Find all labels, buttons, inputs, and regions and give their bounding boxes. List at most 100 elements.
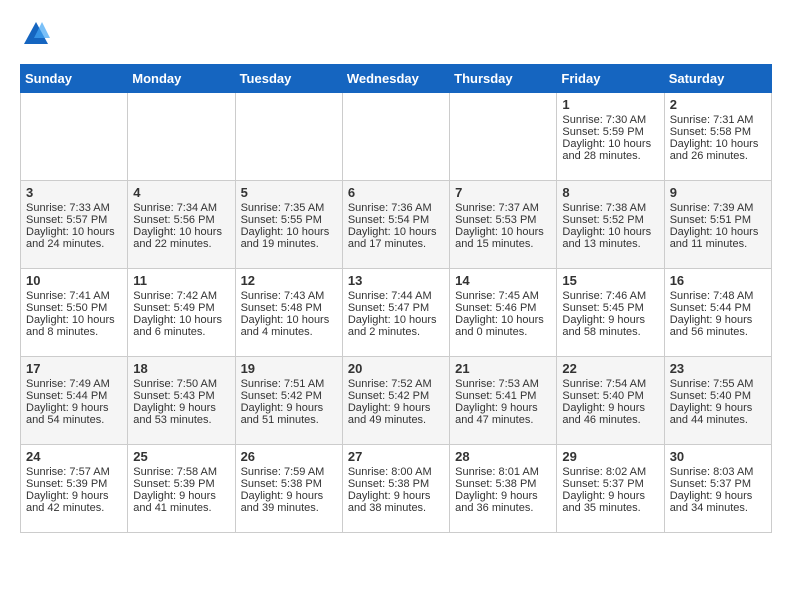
calendar-cell: 1Sunrise: 7:30 AMSunset: 5:59 PMDaylight… xyxy=(557,92,664,180)
day-info: Sunset: 5:50 PM xyxy=(26,302,122,314)
weekday-header-friday: Friday xyxy=(557,64,664,92)
day-number: 11 xyxy=(133,273,229,288)
day-info: Daylight: 10 hours and 11 minutes. xyxy=(670,226,766,250)
day-info: Sunrise: 7:50 AM xyxy=(133,378,229,390)
day-info: Daylight: 9 hours and 47 minutes. xyxy=(455,402,551,426)
calendar-header-row: SundayMondayTuesdayWednesdayThursdayFrid… xyxy=(21,64,772,92)
day-number: 24 xyxy=(26,449,122,464)
day-info: Sunrise: 8:01 AM xyxy=(455,466,551,478)
day-number: 13 xyxy=(348,273,444,288)
day-info: Sunrise: 7:37 AM xyxy=(455,202,551,214)
day-info: Sunset: 5:44 PM xyxy=(26,390,122,402)
calendar-cell: 14Sunrise: 7:45 AMSunset: 5:46 PMDayligh… xyxy=(450,268,557,356)
day-info: Sunset: 5:59 PM xyxy=(562,126,658,138)
day-info: Sunset: 5:58 PM xyxy=(670,126,766,138)
day-info: Sunset: 5:41 PM xyxy=(455,390,551,402)
day-info: Sunset: 5:39 PM xyxy=(26,478,122,490)
calendar-cell: 19Sunrise: 7:51 AMSunset: 5:42 PMDayligh… xyxy=(235,356,342,444)
calendar-cell: 4Sunrise: 7:34 AMSunset: 5:56 PMDaylight… xyxy=(128,180,235,268)
day-number: 14 xyxy=(455,273,551,288)
day-info: Sunrise: 7:35 AM xyxy=(241,202,337,214)
day-info: Daylight: 10 hours and 17 minutes. xyxy=(348,226,444,250)
day-info: Sunrise: 8:00 AM xyxy=(348,466,444,478)
day-info: Sunrise: 7:31 AM xyxy=(670,114,766,126)
calendar-cell: 27Sunrise: 8:00 AMSunset: 5:38 PMDayligh… xyxy=(342,444,449,532)
day-info: Daylight: 9 hours and 39 minutes. xyxy=(241,490,337,514)
calendar-cell: 29Sunrise: 8:02 AMSunset: 5:37 PMDayligh… xyxy=(557,444,664,532)
day-info: Sunset: 5:38 PM xyxy=(348,478,444,490)
weekday-header-thursday: Thursday xyxy=(450,64,557,92)
calendar-cell: 15Sunrise: 7:46 AMSunset: 5:45 PMDayligh… xyxy=(557,268,664,356)
day-number: 17 xyxy=(26,361,122,376)
day-number: 4 xyxy=(133,185,229,200)
calendar-cell: 12Sunrise: 7:43 AMSunset: 5:48 PMDayligh… xyxy=(235,268,342,356)
day-info: Sunset: 5:56 PM xyxy=(133,214,229,226)
day-info: Daylight: 9 hours and 35 minutes. xyxy=(562,490,658,514)
calendar-cell: 3Sunrise: 7:33 AMSunset: 5:57 PMDaylight… xyxy=(21,180,128,268)
day-number: 12 xyxy=(241,273,337,288)
day-info: Daylight: 9 hours and 56 minutes. xyxy=(670,314,766,338)
calendar-cell: 17Sunrise: 7:49 AMSunset: 5:44 PMDayligh… xyxy=(21,356,128,444)
day-info: Daylight: 9 hours and 53 minutes. xyxy=(133,402,229,426)
calendar-cell xyxy=(21,92,128,180)
day-info: Daylight: 9 hours and 34 minutes. xyxy=(670,490,766,514)
day-info: Daylight: 9 hours and 44 minutes. xyxy=(670,402,766,426)
day-info: Sunset: 5:37 PM xyxy=(670,478,766,490)
calendar-week-row: 17 Sunrise: 7:49 AMSunset: 5:44 PM Dayligh… xyxy=(21,356,772,444)
day-number: 3 xyxy=(26,185,122,200)
day-info: Daylight: 10 hours and 8 minutes. xyxy=(26,314,122,338)
day-number: 25 xyxy=(133,449,229,464)
day-number: 28 xyxy=(455,449,551,464)
calendar-cell: 21Sunrise: 7:53 AMSunset: 5:41 PMDayligh… xyxy=(450,356,557,444)
day-info: Sunset: 5:53 PM xyxy=(455,214,551,226)
day-info: Daylight: 9 hours and 46 minutes. xyxy=(562,402,658,426)
day-info: Sunset: 5:55 PM xyxy=(241,214,337,226)
calendar-cell: 9Sunrise: 7:39 AMSunset: 5:51 PMDaylight… xyxy=(664,180,771,268)
day-info: Daylight: 10 hours and 6 minutes. xyxy=(133,314,229,338)
day-info: Sunrise: 7:49 AM xyxy=(26,378,122,390)
day-info: Daylight: 9 hours and 49 minutes. xyxy=(348,402,444,426)
day-number: 29 xyxy=(562,449,658,464)
day-info: Sunrise: 7:57 AM xyxy=(26,466,122,478)
calendar-cell: 25Sunrise: 7:58 AMSunset: 5:39 PMDayligh… xyxy=(128,444,235,532)
day-info: Sunrise: 7:30 AM xyxy=(562,114,658,126)
header xyxy=(20,20,772,54)
calendar-cell: 20Sunrise: 7:52 AMSunset: 5:42 PMDayligh… xyxy=(342,356,449,444)
day-info: Sunset: 5:42 PM xyxy=(241,390,337,402)
day-info: Sunrise: 7:33 AM xyxy=(26,202,122,214)
calendar-cell xyxy=(342,92,449,180)
day-info: Sunrise: 7:55 AM xyxy=(670,378,766,390)
day-info: Sunset: 5:37 PM xyxy=(562,478,658,490)
day-info: Sunset: 5:46 PM xyxy=(455,302,551,314)
day-number: 15 xyxy=(562,273,658,288)
calendar-cell: 10Sunrise: 7:41 AMSunset: 5:50 PMDayligh… xyxy=(21,268,128,356)
day-info: Sunrise: 7:42 AM xyxy=(133,290,229,302)
day-info: Sunset: 5:40 PM xyxy=(670,390,766,402)
day-info: Sunrise: 7:34 AM xyxy=(133,202,229,214)
day-number: 6 xyxy=(348,185,444,200)
day-info: Sunrise: 7:39 AM xyxy=(670,202,766,214)
calendar-cell: 30Sunrise: 8:03 AMSunset: 5:37 PMDayligh… xyxy=(664,444,771,532)
day-info: Sunrise: 7:58 AM xyxy=(133,466,229,478)
day-number: 30 xyxy=(670,449,766,464)
calendar-cell: 26Sunrise: 7:59 AMSunset: 5:38 PMDayligh… xyxy=(235,444,342,532)
calendar-cell: 8Sunrise: 7:38 AMSunset: 5:52 PMDaylight… xyxy=(557,180,664,268)
day-info: Sunset: 5:52 PM xyxy=(562,214,658,226)
day-info: Sunrise: 7:45 AM xyxy=(455,290,551,302)
calendar-cell: 13Sunrise: 7:44 AMSunset: 5:47 PMDayligh… xyxy=(342,268,449,356)
calendar-cell xyxy=(128,92,235,180)
day-number: 8 xyxy=(562,185,658,200)
weekday-header-monday: Monday xyxy=(128,64,235,92)
day-info: Sunrise: 7:44 AM xyxy=(348,290,444,302)
day-info: Daylight: 9 hours and 42 minutes. xyxy=(26,490,122,514)
day-info: Sunset: 5:42 PM xyxy=(348,390,444,402)
calendar-cell: 18Sunrise: 7:50 AMSunset: 5:43 PMDayligh… xyxy=(128,356,235,444)
day-number: 20 xyxy=(348,361,444,376)
weekday-header-sunday: Sunday xyxy=(21,64,128,92)
day-info: Sunset: 5:44 PM xyxy=(670,302,766,314)
day-info: Daylight: 10 hours and 15 minutes. xyxy=(455,226,551,250)
day-info: Sunset: 5:39 PM xyxy=(133,478,229,490)
calendar-week-row: 10Sunrise: 7:41 AMSunset: 5:50 PMDayligh… xyxy=(21,268,772,356)
day-number: 26 xyxy=(241,449,337,464)
day-number: 1 xyxy=(562,97,658,112)
